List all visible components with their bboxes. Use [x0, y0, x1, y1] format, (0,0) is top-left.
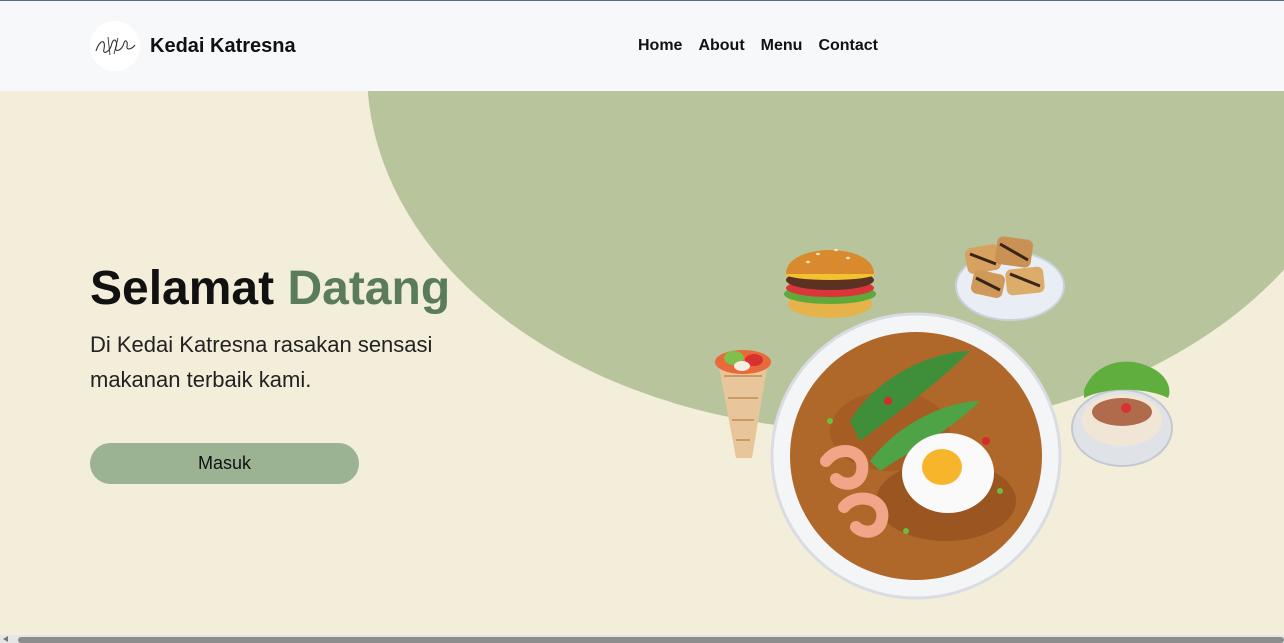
bao-bowl-image [1071, 361, 1173, 467]
hero-title-accent: Datang [287, 262, 451, 315]
brand-logo-icon[interactable] [90, 21, 140, 71]
hero-section: Selamat Datang Di Kedai Katresna rasakan… [0, 91, 1284, 635]
nav-about[interactable]: About [698, 37, 744, 55]
nav-menu[interactable]: Menu [761, 37, 803, 55]
dessert-plate-image [955, 236, 1065, 321]
wrap-image [715, 350, 771, 458]
burger-image [784, 248, 876, 318]
main-nav: Home About Menu Contact [638, 37, 878, 55]
hero-title-main: Selamat [90, 262, 275, 315]
nav-home[interactable]: Home [638, 37, 682, 55]
fried-rice-plate-image [770, 312, 1062, 600]
horizontal-scrollbar[interactable] [0, 635, 1284, 643]
nav-contact[interactable]: Contact [818, 37, 878, 55]
enter-button[interactable]: Masuk [90, 443, 359, 484]
scroll-left-arrow-icon[interactable] [3, 636, 8, 642]
scroll-thumb[interactable] [18, 637, 1284, 643]
hero-description: Di Kedai Katresna rasakan sensasi makana… [90, 332, 433, 392]
brand-name[interactable]: Kedai Katresna [150, 35, 296, 58]
site-header: Kedai Katresna Home About Menu Contact [0, 1, 1284, 91]
hero-title: Selamat Datang [90, 261, 450, 316]
